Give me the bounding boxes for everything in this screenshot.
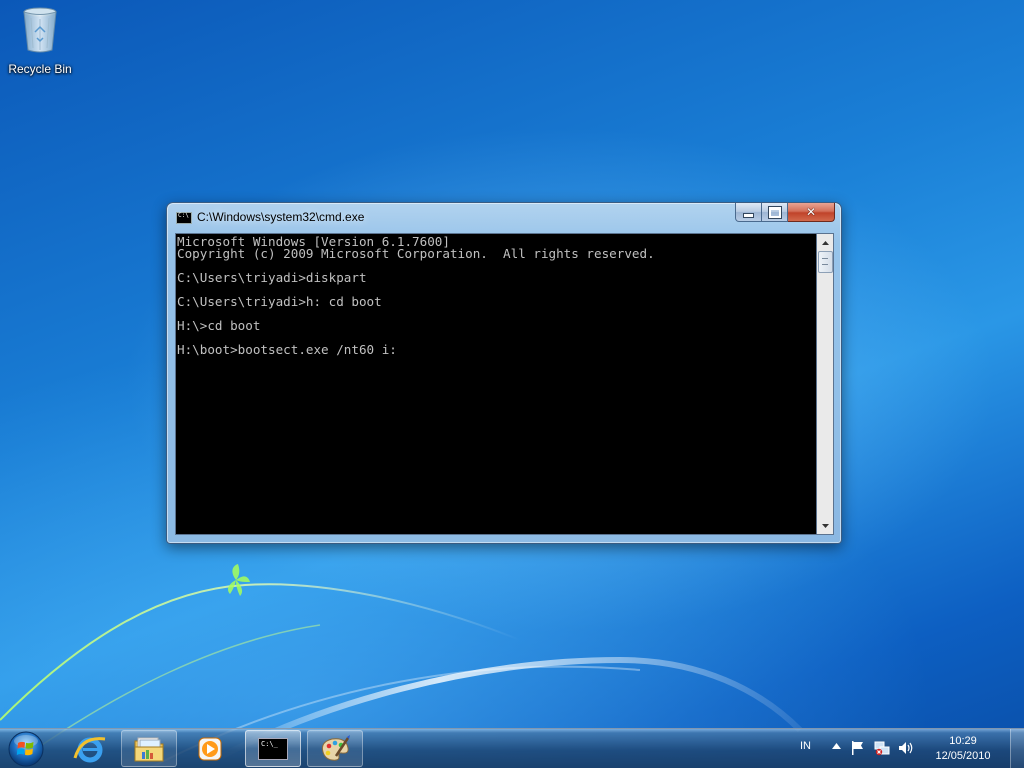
recycle-bin-shortcut[interactable]: Recycle Bin [4, 4, 76, 76]
cmd-icon[interactable]: C:\ [176, 212, 192, 224]
chevron-down-icon [821, 523, 829, 528]
scroll-down-button[interactable] [817, 517, 833, 534]
taskbar: C:\_ IN 10:29 12/05/2010 [0, 728, 1024, 768]
network-icon[interactable] [874, 740, 890, 756]
maximize-button[interactable] [762, 203, 788, 222]
cmd-icon-text: C:\ [178, 212, 189, 219]
window-title: C:\Windows\system32\cmd.exe [197, 210, 365, 224]
desktop[interactable]: Recycle Bin C:\ C:\Windows\system32\cmd.… [0, 0, 1024, 768]
cmd-window[interactable]: C:\ C:\Windows\system32\cmd.exe ✕ Micros… [166, 202, 842, 544]
language-indicator[interactable]: IN [800, 740, 811, 752]
windows-logo-icon [8, 731, 44, 767]
cmd-icon: C:\_ [258, 737, 288, 760]
clock[interactable]: 10:29 12/05/2010 [930, 734, 996, 764]
close-icon: ✕ [805, 205, 817, 219]
cmd-taskbar-icon-text: C:\_ [261, 739, 278, 748]
scroll-thumb[interactable] [818, 251, 833, 273]
notification-area: IN 10:29 12/05/2010 [794, 729, 1024, 768]
recycle-bin-label: Recycle Bin [8, 62, 72, 76]
start-button[interactable] [4, 729, 50, 768]
paint-palette-icon [321, 734, 350, 761]
recycle-bin-icon [23, 7, 57, 53]
scroll-up-button[interactable] [817, 234, 833, 251]
internet-explorer-icon [73, 736, 106, 762]
clock-date: 12/05/2010 [935, 750, 991, 762]
caption-buttons: ✕ [735, 203, 835, 222]
flag-icon[interactable] [850, 740, 866, 756]
vertical-scrollbar[interactable] [817, 233, 834, 535]
close-button[interactable]: ✕ [788, 203, 835, 222]
maximize-icon [767, 205, 782, 219]
chevron-up-icon [821, 240, 829, 245]
console-text: Microsoft Windows [Version 6.1.7600] Cop… [177, 234, 655, 357]
taskbar-item-internet-explorer[interactable] [62, 730, 118, 767]
media-player-icon [198, 737, 222, 760]
show-hidden-icons-button[interactable] [832, 743, 841, 749]
taskbar-item-windows-explorer[interactable] [121, 730, 177, 767]
minimize-icon [743, 212, 754, 218]
show-desktop-button[interactable] [1010, 729, 1024, 768]
volume-icon[interactable] [898, 740, 914, 756]
taskbar-item-media-player[interactable] [182, 730, 238, 767]
title-bar[interactable]: C:\ C:\Windows\system32\cmd.exe ✕ [167, 203, 841, 233]
clock-time: 10:29 [949, 735, 977, 747]
folder-icon [134, 737, 164, 761]
taskbar-item-command-prompt[interactable]: C:\_ [245, 730, 301, 767]
taskbar-item-paint[interactable] [307, 730, 363, 767]
minimize-button[interactable] [735, 203, 762, 222]
console-output[interactable]: Microsoft Windows [Version 6.1.7600] Cop… [175, 233, 817, 535]
